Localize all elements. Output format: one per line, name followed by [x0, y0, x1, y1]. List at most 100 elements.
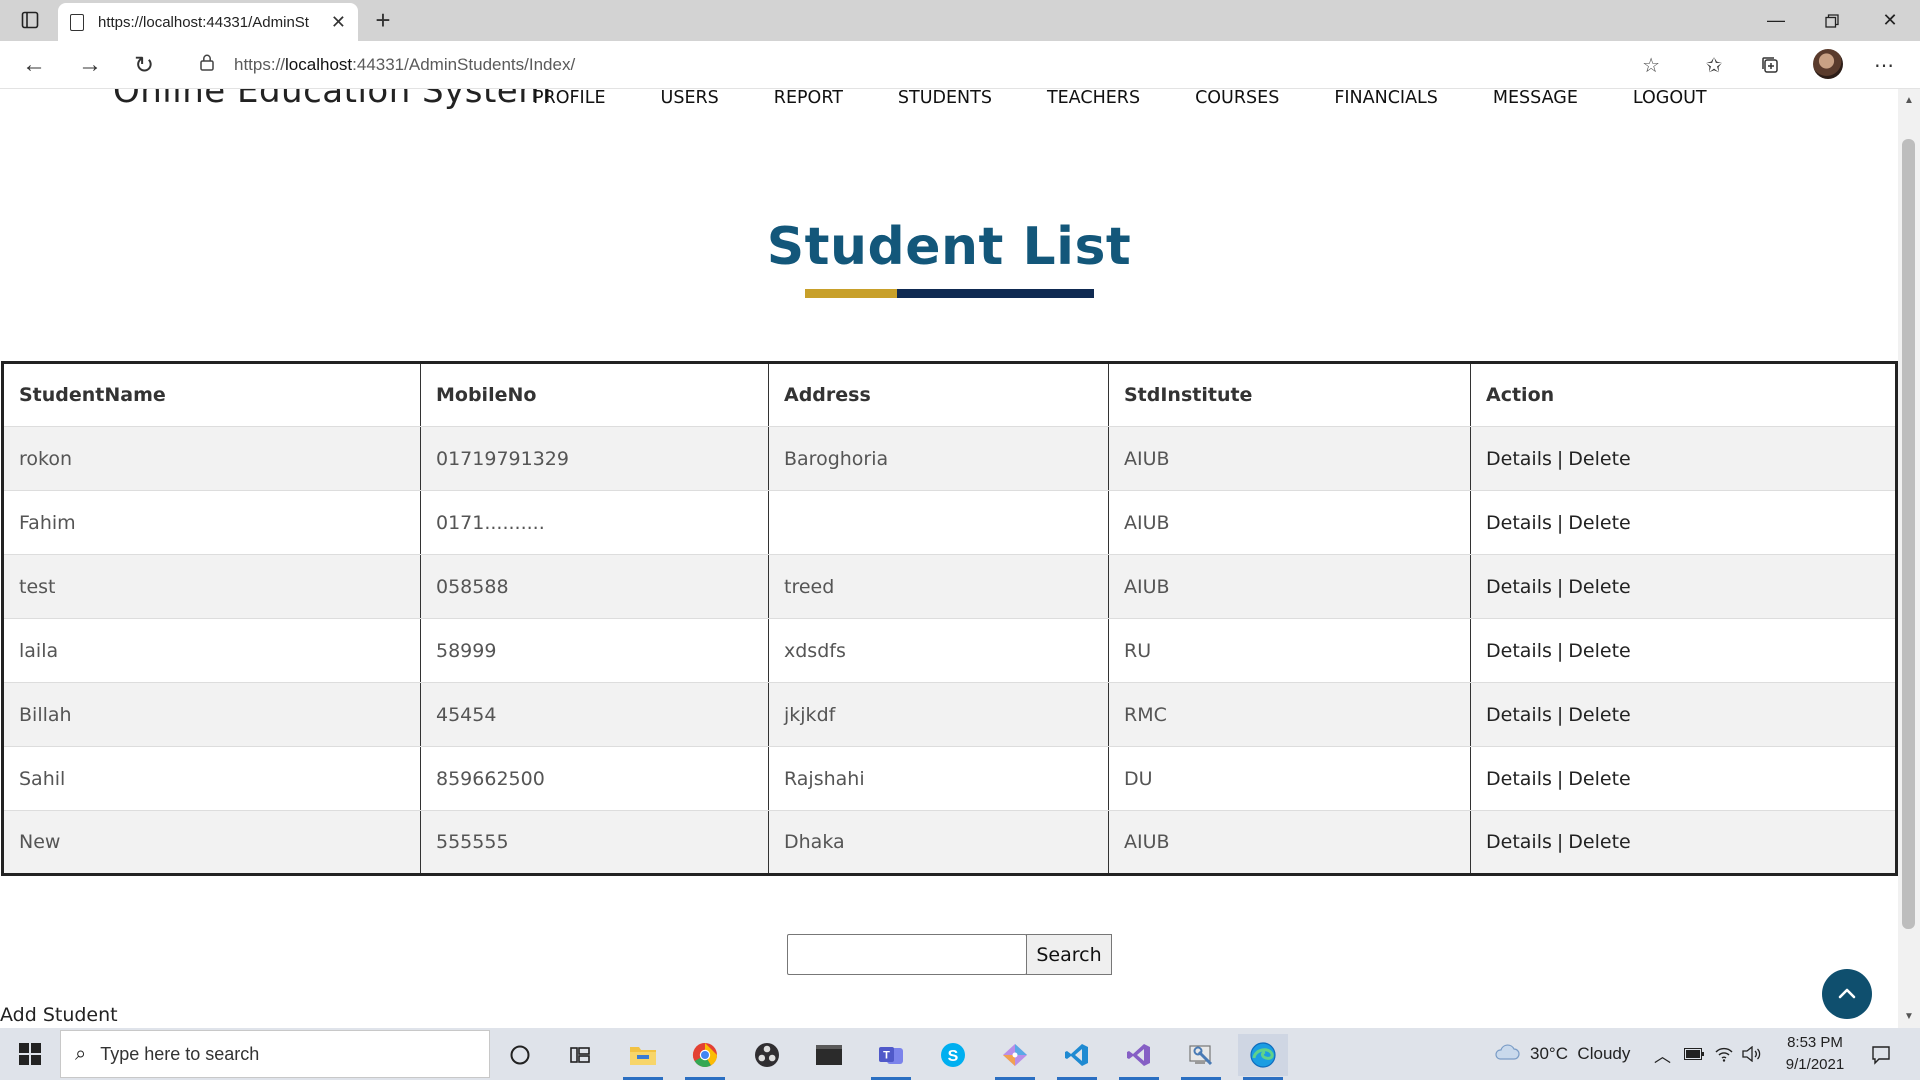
windows-start-icon[interactable]: [10, 1038, 50, 1070]
header-student-name: StudentName: [2, 362, 421, 427]
terminal-icon[interactable]: [804, 1034, 854, 1076]
scroll-to-top-button[interactable]: [1822, 969, 1872, 1019]
file-explorer-icon[interactable]: [618, 1034, 668, 1080]
skype-icon[interactable]: S: [928, 1034, 978, 1076]
add-student-link[interactable]: Add Student: [0, 1004, 118, 1026]
vscode-icon[interactable]: [1052, 1034, 1102, 1080]
details-link[interactable]: Details: [1486, 576, 1552, 598]
nav-courses[interactable]: COURSES: [1195, 89, 1279, 119]
details-link[interactable]: Details: [1486, 640, 1552, 662]
page-icon: [70, 13, 84, 31]
details-link[interactable]: Details: [1486, 831, 1552, 853]
teams-icon[interactable]: T: [866, 1034, 916, 1080]
lock-icon[interactable]: [200, 54, 220, 76]
delete-link[interactable]: Delete: [1568, 704, 1630, 726]
cell-address: xdsdfs: [768, 618, 1109, 683]
cell-mobile-no: 058588: [420, 554, 769, 619]
action-separator: |: [1556, 767, 1564, 790]
nav-report[interactable]: REPORT: [774, 89, 843, 119]
search-input[interactable]: [787, 934, 1027, 975]
cell-address: Baroghoria: [768, 426, 1109, 491]
cell-address: treed: [768, 554, 1109, 619]
nav-teachers[interactable]: TEACHERS: [1047, 89, 1140, 119]
favorites-icon[interactable]: ✩: [1696, 49, 1732, 81]
nav-users[interactable]: USERS: [661, 89, 719, 119]
tray-chevron-icon[interactable]: ︿: [1654, 1028, 1671, 1080]
edge-icon[interactable]: [1238, 1034, 1288, 1080]
cell-student-name: Sahil: [2, 746, 421, 811]
git-app-icon[interactable]: [990, 1034, 1040, 1080]
tab-close-icon[interactable]: ✕: [331, 12, 346, 33]
restore-icon[interactable]: [1804, 0, 1860, 41]
forward-icon[interactable]: →: [72, 49, 108, 81]
cell-student-name: Billah: [2, 682, 421, 747]
heading-underline: [805, 289, 1094, 298]
browser-tab[interactable]: https://localhost:44331/AdminSt ✕: [58, 3, 358, 41]
site-brand[interactable]: Online Education System: [113, 89, 552, 111]
action-separator: |: [1556, 511, 1564, 534]
scroll-thumb[interactable]: [1902, 139, 1915, 929]
delete-link[interactable]: Delete: [1568, 831, 1630, 853]
cell-std-institute: RU: [1108, 618, 1471, 683]
nav-profile[interactable]: PROFILE: [533, 89, 606, 119]
task-view-icon[interactable]: [555, 1034, 605, 1076]
table-row: Sahil 859662500 Rajshahi DU Details | Delete: [2, 746, 1897, 811]
minimize-icon[interactable]: —: [1748, 0, 1804, 41]
profile-avatar[interactable]: [1813, 49, 1843, 79]
student-table: StudentName MobileNo Address StdInstitut…: [1, 361, 1898, 876]
site-nav: PROFILE USERS REPORT STUDENTS TEACHERS C…: [533, 89, 1762, 119]
cell-address: [768, 490, 1109, 555]
volume-icon[interactable]: [1742, 1028, 1762, 1080]
details-link[interactable]: Details: [1486, 512, 1552, 534]
details-link[interactable]: Details: [1486, 768, 1552, 790]
delete-link[interactable]: Delete: [1568, 448, 1630, 470]
cloud-icon: [1494, 1043, 1520, 1066]
cell-action: Details | Delete: [1470, 810, 1897, 875]
cell-mobile-no: 58999: [420, 618, 769, 683]
back-icon[interactable]: ←: [16, 49, 52, 81]
page-scrollbar[interactable]: ▲ ▼: [1898, 89, 1920, 1028]
delete-link[interactable]: Delete: [1568, 640, 1630, 662]
more-menu-icon[interactable]: ⋯: [1866, 49, 1902, 81]
notification-icon[interactable]: [1866, 1040, 1896, 1070]
details-link[interactable]: Details: [1486, 704, 1552, 726]
nav-logout[interactable]: LOGOUT: [1633, 89, 1707, 119]
scroll-up-icon[interactable]: ▲: [1904, 95, 1914, 106]
cortana-icon[interactable]: [495, 1034, 545, 1076]
chevron-up-icon: [1838, 988, 1856, 999]
taskbar-search[interactable]: ⌕ Type here to search: [60, 1030, 490, 1078]
nav-message[interactable]: MESSAGE: [1493, 89, 1578, 119]
weather-widget[interactable]: 30°C Cloudy: [1494, 1028, 1630, 1080]
visual-studio-icon[interactable]: [1114, 1034, 1164, 1080]
url-field[interactable]: https://localhost:44331/AdminStudents/In…: [180, 46, 1680, 84]
obs-icon[interactable]: [742, 1034, 792, 1076]
iis-manager-icon[interactable]: [1176, 1034, 1226, 1080]
nav-financials[interactable]: FINANCIALS: [1334, 89, 1438, 119]
cell-std-institute: AIUB: [1108, 426, 1471, 491]
taskbar-clock[interactable]: 8:53 PM 9/1/2021: [1770, 1032, 1860, 1076]
tab-title: https://localhost:44331/AdminSt: [98, 13, 309, 31]
cell-address: jkjkdf: [768, 682, 1109, 747]
header-std-institute: StdInstitute: [1108, 362, 1471, 427]
new-tab-icon[interactable]: +: [368, 6, 398, 36]
delete-link[interactable]: Delete: [1568, 768, 1630, 790]
battery-icon[interactable]: [1684, 1028, 1704, 1080]
search-button[interactable]: Search: [1026, 934, 1112, 975]
wifi-icon[interactable]: [1714, 1028, 1734, 1080]
tab-actions-icon[interactable]: [14, 7, 46, 33]
add-favorite-icon[interactable]: ☆: [1642, 53, 1660, 78]
cell-action: Details | Delete: [1470, 490, 1897, 555]
details-link[interactable]: Details: [1486, 448, 1552, 470]
refresh-icon[interactable]: ↻: [126, 49, 162, 81]
header-action: Action: [1470, 362, 1897, 427]
close-window-icon[interactable]: ✕: [1862, 0, 1918, 41]
table-row: Fahim 0171.......... AIUB Details | Delete: [2, 490, 1897, 555]
cell-student-name: Fahim: [2, 490, 421, 555]
collections-icon[interactable]: [1752, 49, 1788, 81]
delete-link[interactable]: Delete: [1568, 512, 1630, 534]
chrome-icon[interactable]: [680, 1034, 730, 1080]
cell-std-institute: RMC: [1108, 682, 1471, 747]
scroll-down-icon[interactable]: ▼: [1904, 1011, 1914, 1022]
nav-students[interactable]: STUDENTS: [898, 89, 992, 119]
delete-link[interactable]: Delete: [1568, 576, 1630, 598]
